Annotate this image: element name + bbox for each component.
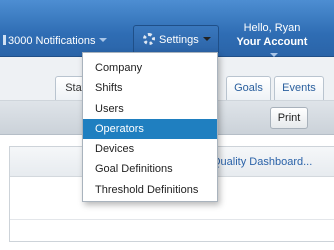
notification-icon — [0, 35, 6, 45]
tab-goals[interactable]: Goals — [226, 76, 271, 100]
divider — [10, 219, 334, 220]
notifications-menu[interactable]: 3000 Notifications — [0, 35, 108, 47]
settings-menu-button[interactable]: Settings — [133, 25, 219, 53]
chevron-down-icon — [202, 37, 211, 41]
settings-label: Settings — [159, 34, 199, 46]
notifications-label: 3000 Notifications — [8, 35, 96, 47]
menu-item-users[interactable]: Users — [83, 99, 217, 119]
menu-item-goal-definitions[interactable]: Goal Definitions — [83, 159, 217, 179]
tab-events[interactable]: Events — [274, 76, 324, 100]
quality-dashboard-link[interactable]: Quality Dashboard... — [212, 156, 312, 168]
print-button[interactable]: Print — [270, 107, 308, 129]
top-nav-bar: 3000 Notifications Settings Hello, Ryan … — [0, 0, 334, 57]
menu-item-operators[interactable]: Operators — [83, 118, 217, 140]
settings-dropdown-menu: Company Shifts Users Operators Devices G… — [82, 52, 218, 202]
menu-item-shifts[interactable]: Shifts — [83, 78, 217, 98]
menu-item-devices[interactable]: Devices — [83, 139, 217, 159]
menu-item-company[interactable]: Company — [83, 58, 217, 78]
greeting-text: Hello, Ryan — [243, 22, 301, 34]
menu-item-threshold-definitions[interactable]: Threshold Definitions — [83, 180, 217, 200]
chevron-down-icon — [99, 38, 108, 42]
gear-icon — [143, 33, 155, 45]
